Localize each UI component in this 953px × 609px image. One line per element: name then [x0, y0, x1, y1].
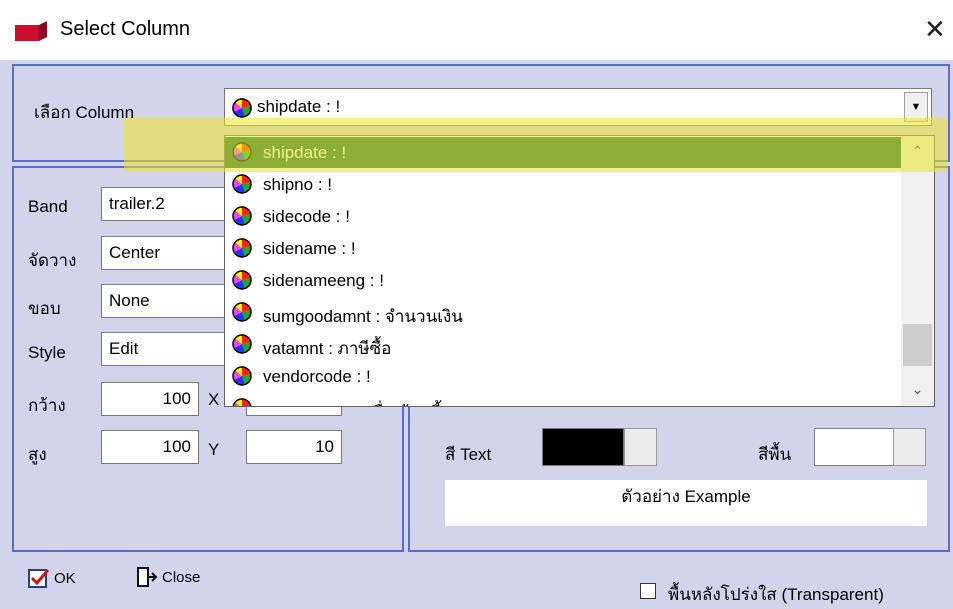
- style-label: Style: [28, 343, 66, 362]
- dropdown-scrollbar[interactable]: ⌃ ⌄: [901, 136, 934, 406]
- dropdown-option[interactable]: shipdate : !: [225, 137, 901, 168]
- column-icon: [231, 238, 253, 263]
- column-icon: [232, 98, 252, 118]
- dropdown-option[interactable]: shipno : !: [225, 169, 901, 200]
- y-label: Y: [208, 440, 220, 459]
- height-label: สูง: [28, 445, 47, 464]
- transparent-checkbox[interactable]: [640, 583, 656, 599]
- dropdown-option-label: shipdate : !: [263, 143, 347, 162]
- dropdown-option-label: vendorcode : !: [263, 367, 371, 386]
- align-select[interactable]: Center: [101, 236, 231, 270]
- dropdown-option-label: sumgoodamnt : จำนวนเงิน: [263, 307, 463, 326]
- bg-color-button[interactable]: [893, 428, 926, 466]
- title-bar: Select Column ✕: [0, 0, 953, 60]
- column-icon: [231, 174, 253, 199]
- dropdown-option-label: vendorname : ชื่อเจ้าหนี้: [263, 399, 442, 406]
- transparent-label: พื้นหลังโปร่งใส (Transparent): [668, 585, 884, 604]
- band-field[interactable]: trailer.2: [101, 187, 231, 221]
- ok-label: OK: [54, 569, 76, 587]
- column-icon: [231, 142, 253, 167]
- dropdown-option[interactable]: vendorcode : !: [225, 361, 901, 392]
- text-color-button[interactable]: [624, 428, 657, 466]
- ok-button[interactable]: OK: [28, 568, 76, 588]
- dropdown-option[interactable]: sidenameeng : !: [225, 265, 901, 296]
- border-select[interactable]: None: [101, 284, 231, 318]
- dropdown-option[interactable]: sumgoodamnt : จำนวนเงิน: [225, 297, 901, 328]
- bg-color-label: สีพื้น: [758, 445, 792, 464]
- bg-color-swatch[interactable]: [814, 428, 894, 466]
- dropdown-option[interactable]: vendorname : ชื่อเจ้าหนี้: [225, 393, 901, 406]
- checkbox-check-icon: [28, 569, 50, 588]
- width-label: กว้าง: [28, 396, 66, 415]
- x-label: X: [208, 390, 220, 409]
- text-color-label: สี Text: [445, 445, 492, 464]
- example-preview: ตัวอย่าง Example: [445, 480, 927, 526]
- column-combobox[interactable]: shipdate : ! ▼: [224, 88, 932, 126]
- y-field[interactable]: 10: [246, 430, 342, 464]
- window-title: Select Column: [60, 18, 191, 40]
- dropdown-option-label: vatamnt : ภาษีซื้อ: [263, 339, 392, 358]
- dropdown-option-label: sidecode : !: [263, 207, 350, 226]
- exit-door-icon: [137, 567, 158, 587]
- height-field[interactable]: 100: [101, 430, 199, 464]
- scroll-up-icon[interactable]: ⌃: [901, 138, 934, 164]
- close-label: Close: [162, 568, 201, 586]
- border-label: ขอบ: [28, 299, 61, 318]
- column-icon: [231, 366, 253, 391]
- dropdown-option[interactable]: sidename : !: [225, 233, 901, 264]
- column-icon: [231, 270, 253, 295]
- column-icon: [231, 302, 253, 327]
- scroll-thumb[interactable]: [903, 324, 932, 366]
- scroll-down-icon[interactable]: ⌄: [901, 376, 934, 402]
- width-field[interactable]: 100: [101, 382, 199, 416]
- dropdown-option[interactable]: vatamnt : ภาษีซื้อ: [225, 329, 901, 360]
- column-icon: [231, 206, 253, 231]
- dropdown-option-label: shipno : !: [263, 175, 332, 194]
- column-icon: [231, 398, 253, 406]
- column-combobox-value: shipdate : !: [257, 97, 341, 116]
- chevron-down-icon[interactable]: ▼: [904, 92, 928, 122]
- dropdown-option-label: sidename : !: [263, 239, 356, 258]
- band-label: Band: [28, 197, 68, 216]
- text-color-swatch[interactable]: [542, 428, 624, 466]
- column-dropdown-list[interactable]: shipdate : ! shipno : ! sidecode : ! sidena…: [224, 135, 935, 407]
- dropdown-option[interactable]: sidecode : !: [225, 201, 901, 232]
- close-icon[interactable]: ✕: [924, 14, 946, 44]
- app-icon: [15, 21, 47, 41]
- style-select[interactable]: Edit: [101, 332, 231, 366]
- column-label: เลือก Column: [34, 103, 135, 122]
- dropdown-option-label: sidenameeng : !: [263, 271, 384, 290]
- column-icon: [231, 334, 253, 359]
- align-label: จัดวาง: [28, 251, 77, 270]
- close-button[interactable]: Close: [136, 566, 200, 588]
